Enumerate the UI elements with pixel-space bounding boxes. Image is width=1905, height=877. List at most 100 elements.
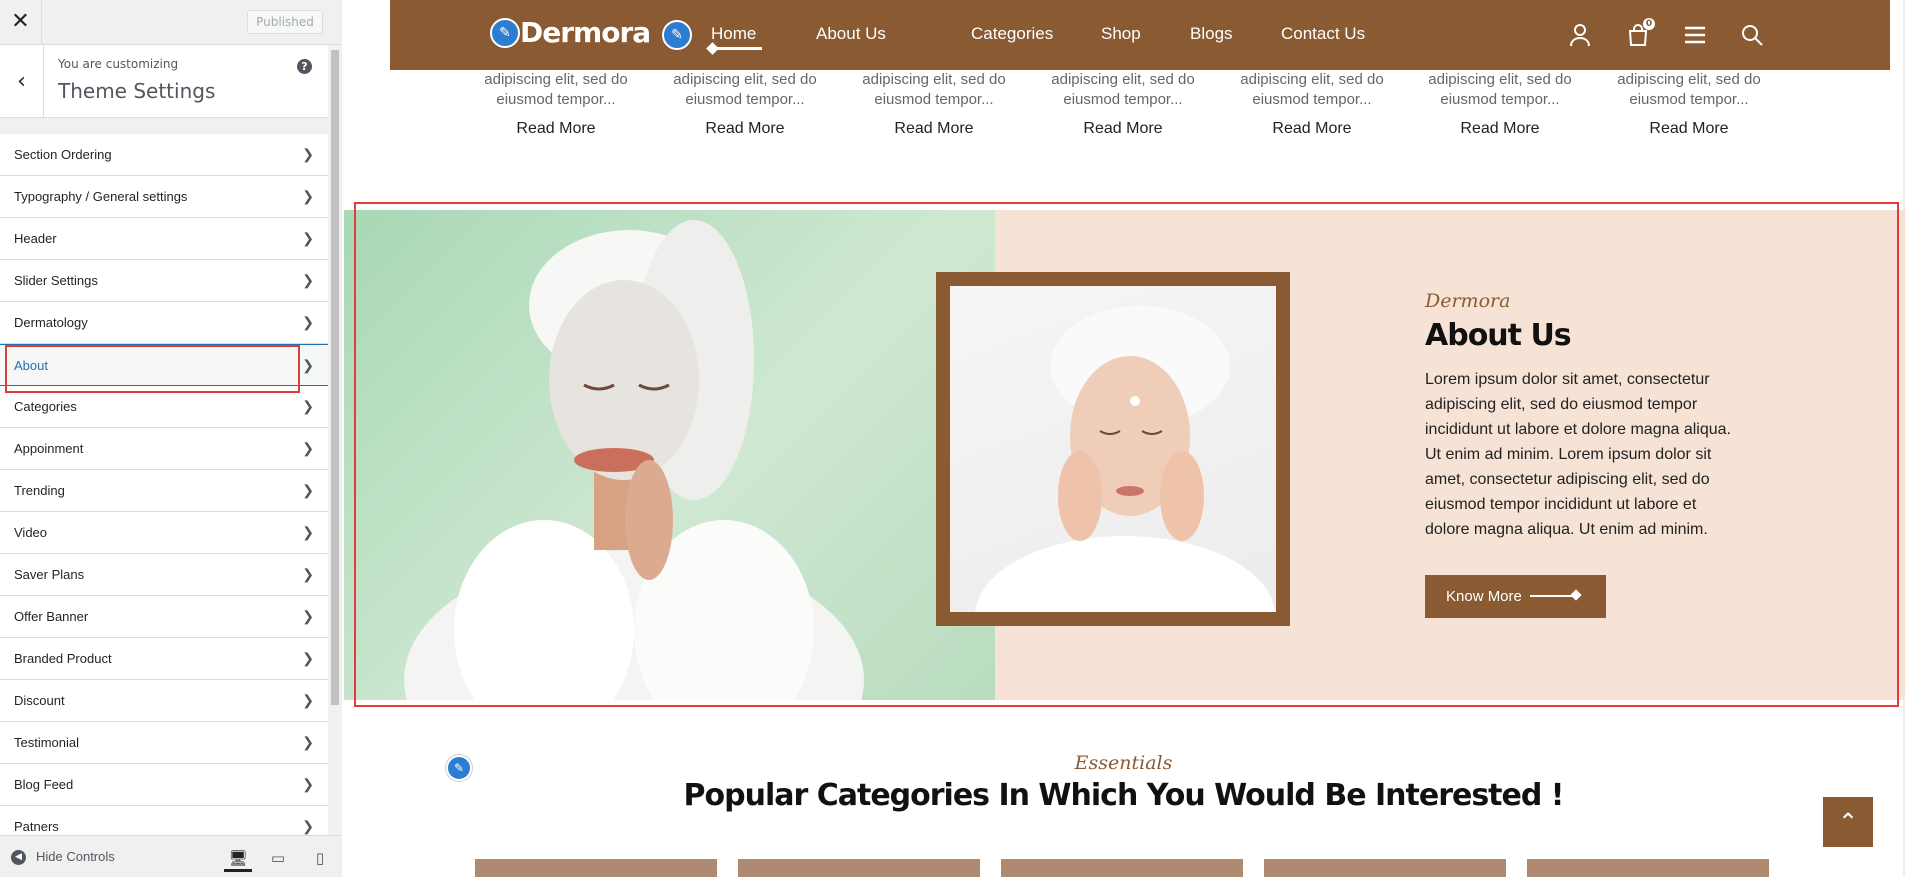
- about-section: Dermora About Us Lorem ipsum dolor sit a…: [344, 210, 1905, 700]
- sidebar-item-categories[interactable]: Categories ❯: [0, 386, 328, 428]
- close-icon[interactable]: ✕: [0, 0, 42, 44]
- arrow-right-icon: [1530, 595, 1575, 597]
- scrollbar-thumb[interactable]: [331, 50, 339, 705]
- sidebar-item-label: Slider Settings: [14, 273, 98, 288]
- menu-icon[interactable]: [1682, 22, 1708, 48]
- chevron-right-icon: ❯: [302, 188, 314, 204]
- cart-icon[interactable]: 0: [1625, 18, 1655, 48]
- sidebar-item-testimonial[interactable]: Testimonial ❯: [0, 722, 328, 764]
- back-icon[interactable]: ‹: [0, 45, 44, 118]
- sidebar-item-typography[interactable]: Typography / General settings ❯: [0, 176, 328, 218]
- blog-excerpt: adipiscing elit, sed do eiusmod tempor...: [673, 71, 817, 108]
- sidebar-item-dermatology[interactable]: Dermatology ❯: [0, 302, 328, 344]
- panel-info: ‹ You are customizing Theme Settings ?: [0, 45, 328, 118]
- sidebar-item-appoinment[interactable]: Appoinment ❯: [0, 428, 328, 470]
- edit-shortcut-icon[interactable]: ✎: [662, 20, 692, 50]
- about-secondary-frame: [936, 272, 1290, 626]
- customizing-label: You are customizing: [58, 57, 179, 71]
- chevron-right-icon: ❯: [302, 524, 314, 540]
- published-button[interactable]: Published: [247, 10, 323, 34]
- sidebar-item-label: Branded Product: [14, 651, 112, 666]
- about-description: Lorem ipsum dolor sit amet, consectetur …: [1425, 371, 1731, 538]
- sidebar-item-header[interactable]: Header ❯: [0, 218, 328, 260]
- blog-card: adipiscing elit, sed do eiusmod tempor...…: [1222, 70, 1402, 138]
- read-more-link[interactable]: Read More: [844, 120, 1024, 138]
- chevron-right-icon: ❯: [302, 734, 314, 750]
- active-nav-indicator: [706, 42, 762, 55]
- sidebar-item-section-ordering[interactable]: Section Ordering ❯: [0, 134, 328, 176]
- read-more-link[interactable]: Read More: [466, 120, 646, 138]
- read-more-link[interactable]: Read More: [1222, 120, 1402, 138]
- about-tagline: Dermora: [1425, 290, 1511, 312]
- desktop-preview-icon[interactable]: 🖥: [224, 846, 252, 872]
- panel-title: Theme Settings: [58, 79, 216, 103]
- sidebar-item-trending[interactable]: Trending ❯: [0, 470, 328, 512]
- blog-excerpt: adipiscing elit, sed do eiusmod tempor...: [1617, 71, 1761, 108]
- blog-card: adipiscing elit, sed do eiusmod tempor...…: [466, 70, 646, 138]
- sidebar-item-label: About: [14, 358, 48, 373]
- category-thumbnail[interactable]: [1264, 859, 1506, 877]
- blog-card: adipiscing elit, sed do eiusmod tempor...…: [1599, 70, 1779, 138]
- sidebar-item-label: Discount: [14, 693, 65, 708]
- blog-card: adipiscing elit, sed do eiusmod tempor...…: [844, 70, 1024, 138]
- blog-card: adipiscing elit, sed do eiusmod tempor...…: [655, 70, 835, 138]
- sidebar-item-label: Patners: [14, 819, 59, 834]
- sidebar-item-branded-product[interactable]: Branded Product ❯: [0, 638, 328, 680]
- know-more-label: Know More: [1446, 588, 1522, 605]
- site-header: ✎ Dermora ✎ Home About Us Categories Sho…: [390, 0, 1890, 70]
- sidebar-item-video[interactable]: Video ❯: [0, 512, 328, 554]
- hide-controls-button[interactable]: Hide Controls: [36, 849, 115, 864]
- blog-excerpt: adipiscing elit, sed do eiusmod tempor...: [1051, 71, 1195, 108]
- cart-count-badge: 0: [1643, 18, 1655, 30]
- about-main-image: [344, 210, 995, 700]
- section-list: Section Ordering ❯ Typography / General s…: [0, 134, 328, 848]
- collapse-icon[interactable]: ◀: [11, 850, 26, 865]
- nav-shop[interactable]: Shop: [1101, 24, 1141, 44]
- sidebar-item-slider-settings[interactable]: Slider Settings ❯: [0, 260, 328, 302]
- nav-contact-us[interactable]: Contact Us: [1281, 24, 1365, 44]
- chevron-right-icon: ❯: [302, 398, 314, 414]
- chevron-right-icon: ❯: [302, 230, 314, 246]
- sidebar-item-about[interactable]: About ❯: [0, 344, 328, 386]
- nav-home[interactable]: Home: [711, 24, 756, 44]
- search-icon[interactable]: [1739, 22, 1765, 48]
- know-more-button[interactable]: Know More: [1425, 575, 1606, 618]
- category-thumbnail[interactable]: [1001, 859, 1243, 877]
- sidebar-item-discount[interactable]: Discount ❯: [0, 680, 328, 722]
- customizer-header: ✕ Published: [0, 0, 342, 45]
- read-more-link[interactable]: Read More: [1599, 120, 1779, 138]
- customizer-footer: ◀ Hide Controls 🖥 ▭ ▯: [0, 835, 342, 877]
- read-more-link[interactable]: Read More: [1410, 120, 1590, 138]
- nav-blogs[interactable]: Blogs: [1190, 24, 1233, 44]
- scroll-to-top-button[interactable]: ⌃: [1823, 797, 1873, 847]
- tablet-preview-icon[interactable]: ▭: [264, 846, 292, 872]
- chevron-right-icon: ❯: [302, 146, 314, 162]
- sidebar-item-label: Dermatology: [14, 315, 88, 330]
- help-icon[interactable]: ?: [297, 59, 312, 74]
- sidebar-item-saver-plans[interactable]: Saver Plans ❯: [0, 554, 328, 596]
- mobile-preview-icon[interactable]: ▯: [306, 846, 334, 872]
- blog-excerpt: adipiscing elit, sed do eiusmod tempor...: [1428, 71, 1572, 108]
- sidebar-item-offer-banner[interactable]: Offer Banner ❯: [0, 596, 328, 638]
- about-title: About Us: [1425, 318, 1572, 353]
- chevron-right-icon: ❯: [302, 650, 314, 666]
- nav-categories[interactable]: Categories: [971, 24, 1053, 44]
- essentials-tagline: Essentials: [1074, 752, 1173, 774]
- chevron-right-icon: ❯: [302, 482, 314, 498]
- site-preview: ✎ Dermora ✎ Home About Us Categories Sho…: [342, 0, 1905, 877]
- nav-about-us[interactable]: About Us: [816, 24, 886, 44]
- category-thumbnail[interactable]: [475, 859, 717, 877]
- sidebar-scrollbar[interactable]: [328, 45, 342, 835]
- read-more-link[interactable]: Read More: [1033, 120, 1213, 138]
- sidebar-item-blog-feed[interactable]: Blog Feed ❯: [0, 764, 328, 806]
- sidebar-item-label: Categories: [14, 399, 77, 414]
- category-thumbnail[interactable]: [1527, 859, 1769, 877]
- blog-excerpt: adipiscing elit, sed do eiusmod tempor...: [862, 71, 1006, 108]
- edit-shortcut-icon[interactable]: ✎: [490, 18, 520, 48]
- sidebar-item-label: Blog Feed: [14, 777, 74, 792]
- read-more-link[interactable]: Read More: [655, 120, 835, 138]
- chevron-right-icon: ❯: [302, 272, 314, 288]
- category-thumbnail[interactable]: [738, 859, 980, 877]
- sidebar-item-label: Offer Banner: [14, 609, 89, 624]
- user-icon[interactable]: [1567, 22, 1593, 48]
